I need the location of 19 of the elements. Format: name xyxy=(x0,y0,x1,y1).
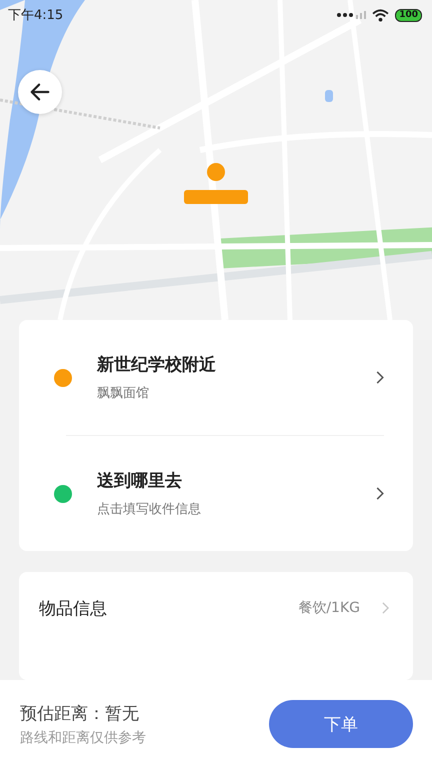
detail-value: 餐饮/1KG xyxy=(298,599,360,617)
address-row[interactable]: 送到哪里去 点击填写收件信息 xyxy=(54,436,384,551)
detail-row[interactable]: 物品信息 餐饮/1KG xyxy=(19,572,413,644)
status-time: 下午4:15 xyxy=(8,7,64,24)
chevron-icon xyxy=(376,371,384,384)
back-arrow-icon xyxy=(29,81,51,103)
address-row[interactable]: 新世纪学校附近 飘飘面馆 xyxy=(54,320,384,435)
address-subtitle: 飘飘面馆 xyxy=(97,385,150,402)
wifi-icon xyxy=(372,8,390,22)
chevron-icon xyxy=(382,602,389,614)
distance-estimate: 预估距离：暂无 xyxy=(20,702,140,724)
address-subtitle: 点击填写收件信息 xyxy=(97,501,202,518)
address-title: 送到哪里去 xyxy=(97,470,183,492)
detail-label: 物品信息 xyxy=(39,598,108,620)
address-title: 新世纪学校附近 xyxy=(97,354,217,376)
signal-icon xyxy=(336,11,366,19)
chevron-icon xyxy=(376,487,384,500)
distance-note: 路线和距离仅供参考 xyxy=(20,728,146,746)
order-button[interactable]: 下单 xyxy=(269,700,413,748)
